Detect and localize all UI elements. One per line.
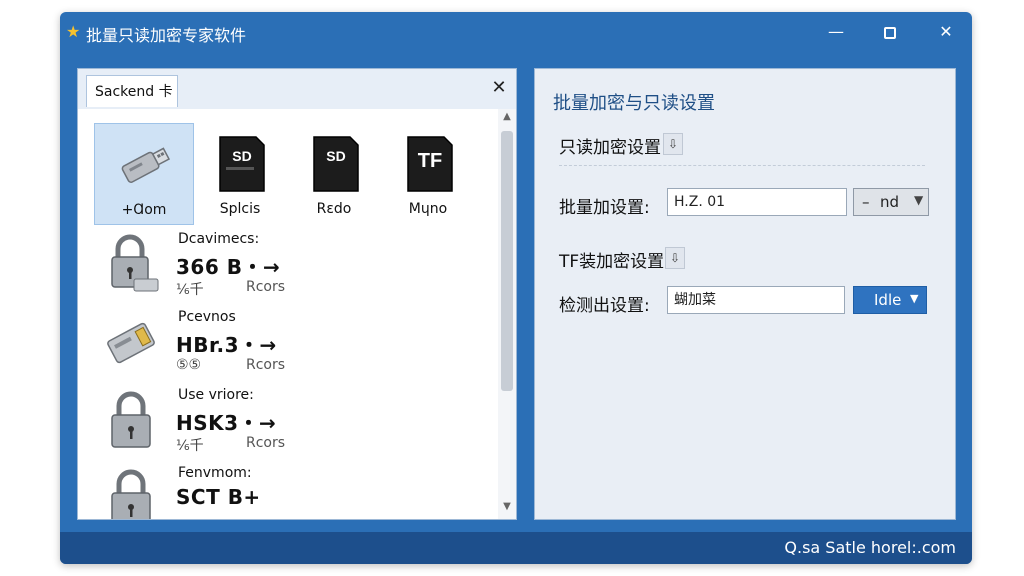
padlock-icon	[100, 467, 162, 519]
app-window: ★ 批量只读加密专家软件 — ✕ Sackend 卡 ✕ +Ɑom SD Spl…	[60, 12, 972, 564]
sd-card-icon: SD	[306, 133, 362, 195]
window-title: 批量只读加密专家软件	[86, 26, 247, 45]
readonly-section-label: 只读加密设置	[559, 138, 661, 158]
item-meta-secondary: Rcors	[246, 279, 286, 295]
item-value: SCT B+	[176, 485, 261, 509]
tf-card-icon: TF	[400, 133, 456, 195]
tf-section-label: TF装加密设置	[559, 252, 665, 272]
scroll-down-icon[interactable]: ▼	[498, 501, 516, 515]
memory-card-icon	[100, 311, 162, 375]
device-panel: Sackend 卡 ✕ +Ɑom SD Splcis SD Rɛdo TF Mɥ…	[77, 68, 517, 520]
item-value: HSK3・→	[176, 411, 277, 435]
device-label: Splcis	[219, 201, 261, 217]
item-meta: ⅙千	[176, 438, 204, 454]
readonly-expand-button[interactable]: ⇩	[663, 133, 683, 155]
status-bar: Q.sa Satle horel:.com	[60, 532, 972, 564]
batch-input[interactable]: H.Z. 01	[667, 188, 847, 216]
maximize-icon	[884, 26, 896, 39]
settings-panel: 批量加密与只读设置 只读加密设置 ⇩ 批量加设置: H.Z. 01 – nd ▼…	[534, 68, 956, 520]
select-value: nd	[880, 193, 900, 211]
item-meta-secondary: Rcors	[246, 435, 286, 451]
scrollbar[interactable]: ▲ ▼	[498, 109, 516, 519]
item-meta: ⑤⑤	[176, 357, 202, 373]
item-value: HBr.3・→	[176, 333, 277, 357]
item-title: Use vriore:	[178, 387, 254, 403]
list-item[interactable]: Fenvmom: SCT B+	[100, 463, 490, 519]
device-sd-1[interactable]: SD Splcis	[190, 123, 290, 225]
close-panel-button[interactable]: ✕	[488, 77, 510, 99]
select-prefix: –	[862, 193, 870, 211]
device-label: +Ɑom	[121, 202, 167, 218]
settings-title: 批量加密与只读设置	[553, 93, 715, 114]
tab-strip: Sackend 卡 ✕	[78, 69, 516, 109]
scroll-up-icon[interactable]: ▲	[498, 111, 516, 125]
item-value: 366 B・→	[176, 255, 281, 279]
scroll-thumb[interactable]	[501, 131, 513, 391]
list-item[interactable]: Use vriore: HSK3・→ ⅙千 Rcors	[100, 385, 490, 461]
svg-text:SD: SD	[326, 148, 345, 164]
chevron-down-icon: ▼	[910, 292, 919, 305]
list-item[interactable]: Pcevnos HBr.3・→ ⑤⑤ Rcors	[100, 307, 490, 383]
detect-input[interactable]: 蝴加菜	[667, 286, 845, 314]
divider	[559, 165, 925, 166]
svg-text:TF: TF	[418, 150, 442, 172]
close-window-button[interactable]: ✕	[932, 20, 960, 44]
padlock-usb-icon	[100, 233, 162, 297]
item-meta: ⅙千	[176, 282, 204, 298]
usb-drive-icon	[117, 134, 173, 196]
minimize-button[interactable]: —	[822, 20, 850, 44]
star-icon: ★	[66, 22, 81, 41]
tab-sdcard[interactable]: Sackend 卡	[86, 75, 178, 107]
sd-card-icon: SD	[212, 133, 268, 195]
maximize-button[interactable]	[876, 20, 904, 44]
batch-label: 批量加设置:	[559, 198, 650, 218]
select-value: Idle	[874, 291, 902, 309]
batch-select[interactable]: – nd ▼	[853, 188, 929, 216]
device-sd-2[interactable]: SD Rɛdo	[284, 123, 384, 225]
item-meta-secondary: Rcors	[246, 357, 286, 373]
item-title: Pcevnos	[178, 309, 236, 325]
status-text: Q.sa Satle horel:.com	[784, 538, 956, 557]
device-label: Mɥno	[408, 201, 448, 217]
svg-text:SD: SD	[232, 148, 251, 164]
chevron-down-icon: ▼	[914, 193, 924, 207]
device-usb[interactable]: +Ɑom	[94, 123, 194, 225]
device-label: Rɛdo	[316, 201, 352, 217]
list-item[interactable]: Dcavimecs: 366 B・→ ⅙千 Rcors	[100, 229, 490, 305]
item-title: Dcavimecs:	[178, 231, 260, 247]
padlock-icon	[100, 389, 162, 453]
device-tf[interactable]: TF Mɥno	[378, 123, 478, 225]
detect-label: 检测出设置:	[559, 296, 650, 316]
status-select[interactable]: Idle ▼	[853, 286, 927, 314]
item-title: Fenvmom:	[178, 465, 252, 481]
title-bar: ★ 批量只读加密专家软件 — ✕	[60, 12, 972, 52]
tf-expand-button[interactable]: ⇩	[665, 247, 685, 269]
